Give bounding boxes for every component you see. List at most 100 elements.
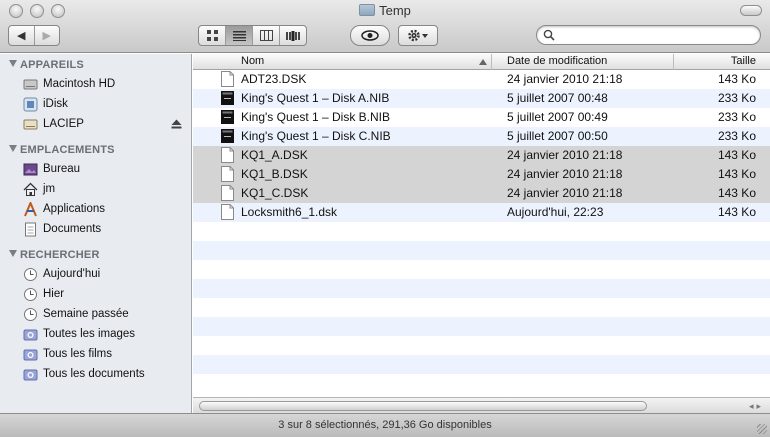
- disclosure-triangle-icon: [9, 145, 17, 152]
- clock-icon: [23, 267, 38, 282]
- file-size: 233 Ko: [717, 110, 756, 124]
- row-stripe: [193, 241, 770, 260]
- home-icon: [23, 182, 38, 197]
- disclosure-triangle-icon: [9, 60, 17, 67]
- file-row-selected[interactable]: KQ1_B.DSK 24 janvier 2010 21:18 143 Ko: [193, 165, 770, 184]
- resize-grip-icon[interactable]: [757, 424, 767, 434]
- file-row[interactable]: Locksmith6_1.dsk Aujourd'hui, 22:23 143 …: [193, 203, 770, 222]
- toolbar-toggle-button[interactable]: [740, 5, 762, 16]
- sidebar-item-label: Macintosh HD: [43, 78, 116, 90]
- eject-icon[interactable]: [171, 119, 182, 132]
- file-row[interactable]: ADT23.DSK 24 janvier 2010 21:18 143 Ko: [193, 70, 770, 89]
- sidebar-item-bureau[interactable]: Bureau: [23, 160, 188, 178]
- exec-icon: [221, 129, 234, 143]
- coverflow-view-button[interactable]: [280, 26, 306, 45]
- sidebar-item-label: Applications: [43, 203, 106, 215]
- file-date: Aujourd'hui, 22:23: [507, 205, 604, 219]
- column-header-name[interactable]: Nom: [193, 54, 492, 70]
- column-view-icon: [259, 30, 273, 41]
- file-name: King's Quest 1 – Disk A.NIB: [241, 91, 390, 105]
- column-header-date[interactable]: Date de modification: [492, 54, 674, 70]
- window-title-text: Temp: [379, 3, 411, 18]
- sidebar-item-all-documents[interactable]: Tous les documents: [23, 365, 188, 383]
- sidebar-item-yesterday[interactable]: Hier: [23, 285, 188, 303]
- sidebar-section-devices[interactable]: APPAREILS: [9, 59, 84, 71]
- coverflow-view-icon: [286, 30, 300, 41]
- idisk-icon: [23, 97, 38, 112]
- applications-icon: [23, 199, 38, 217]
- desktop-icon: [23, 162, 38, 177]
- file-name: King's Quest 1 – Disk B.NIB: [241, 110, 391, 124]
- sidebar-item-all-images[interactable]: Toutes les images: [23, 325, 188, 343]
- file-size: 233 Ko: [717, 91, 756, 105]
- disclosure-triangle-icon: [9, 250, 17, 257]
- quick-look-button[interactable]: [350, 25, 390, 46]
- sidebar-item-last-week[interactable]: Semaine passée: [23, 305, 188, 323]
- sidebar-item-label: Tous les films: [43, 348, 113, 360]
- file-list: Nom Date de modification Taille ADT23.DS…: [193, 54, 770, 413]
- exec-icon: [221, 91, 234, 105]
- column-header-label: Taille: [730, 55, 756, 67]
- file-row-selected[interactable]: KQ1_A.DSK 24 janvier 2010 21:18 143 Ko: [193, 146, 770, 165]
- scrollbar-thumb[interactable]: [199, 401, 647, 411]
- list-view-icon: [232, 30, 246, 41]
- file-row[interactable]: King's Quest 1 – Disk C.NIB 5 juillet 20…: [193, 127, 770, 146]
- smart-folder-icon: [23, 327, 38, 342]
- sidebar-section-places[interactable]: EMPLACEMENTS: [9, 144, 115, 156]
- file-row[interactable]: King's Quest 1 – Disk B.NIB 5 juillet 20…: [193, 108, 770, 127]
- back-arrow-icon: ◀: [17, 30, 26, 42]
- forward-button[interactable]: ▶: [35, 26, 60, 45]
- sidebar-item-today[interactable]: Aujourd'hui: [23, 265, 188, 283]
- document-icon: [221, 204, 234, 220]
- sidebar-item-label: Toutes les images: [43, 328, 136, 340]
- document-icon: [221, 185, 234, 201]
- eye-icon: [361, 30, 379, 41]
- documents-icon: [23, 222, 38, 237]
- document-icon: [221, 147, 234, 163]
- file-date: 5 juillet 2007 00:48: [507, 91, 608, 105]
- row-stripe: [193, 355, 770, 374]
- file-date: 24 janvier 2010 21:18: [507, 167, 623, 181]
- forward-arrow-icon: ▶: [42, 30, 51, 42]
- sidebar-item-label: Tous les documents: [43, 368, 145, 380]
- window-title: Temp: [0, 3, 770, 18]
- sidebar-section-search[interactable]: RECHERCHER: [9, 249, 100, 261]
- sidebar: APPAREILS Macintosh HD iDisk LACIEP EMPL…: [0, 54, 192, 413]
- sidebar-item-label: Semaine passée: [43, 308, 129, 320]
- sort-ascending-icon: [479, 59, 487, 65]
- file-name: KQ1_C.DSK: [241, 186, 309, 200]
- file-name: KQ1_B.DSK: [241, 167, 308, 181]
- scroll-arrows-icon[interactable]: ◂▸: [749, 401, 764, 412]
- section-title: APPAREILS: [20, 59, 84, 71]
- file-name: Locksmith6_1.dsk: [241, 205, 338, 219]
- sidebar-item-idisk[interactable]: iDisk: [23, 95, 188, 113]
- smart-folder-icon: [23, 367, 38, 382]
- icon-view-button[interactable]: [199, 26, 226, 45]
- sidebar-item-all-movies[interactable]: Tous les films: [23, 345, 188, 363]
- column-view-button[interactable]: [253, 26, 280, 45]
- file-size: 143 Ko: [717, 167, 756, 181]
- action-icon-wrap: [399, 26, 437, 45]
- external-disk-icon: [23, 117, 38, 132]
- search-input[interactable]: [559, 28, 754, 42]
- view-mode-control: [198, 25, 307, 46]
- action-menu-button[interactable]: [398, 25, 438, 46]
- column-header-label: Date de modification: [507, 55, 608, 67]
- file-name: ADT23.DSK: [241, 72, 307, 86]
- list-view-button[interactable]: [226, 26, 253, 45]
- row-stripe: [193, 279, 770, 298]
- sidebar-item-jm[interactable]: jm: [23, 180, 188, 198]
- column-header-size[interactable]: Taille: [674, 54, 770, 70]
- file-size: 143 Ko: [717, 186, 756, 200]
- file-row-selected[interactable]: KQ1_C.DSK 24 janvier 2010 21:18 143 Ko: [193, 184, 770, 203]
- horizontal-scrollbar[interactable]: ◂▸: [193, 397, 770, 413]
- file-row[interactable]: King's Quest 1 – Disk A.NIB 5 juillet 20…: [193, 89, 770, 108]
- back-button[interactable]: ◀: [9, 26, 35, 45]
- sidebar-item-macintosh-hd[interactable]: Macintosh HD: [23, 75, 188, 93]
- sidebar-item-applications[interactable]: Applications: [23, 199, 188, 218]
- search-field[interactable]: [536, 25, 761, 45]
- sidebar-item-laciep[interactable]: LACIEP: [23, 115, 188, 133]
- sidebar-item-label: Hier: [43, 288, 65, 300]
- file-date: 24 janvier 2010 21:18: [507, 72, 623, 86]
- sidebar-item-documents[interactable]: Documents: [23, 220, 188, 238]
